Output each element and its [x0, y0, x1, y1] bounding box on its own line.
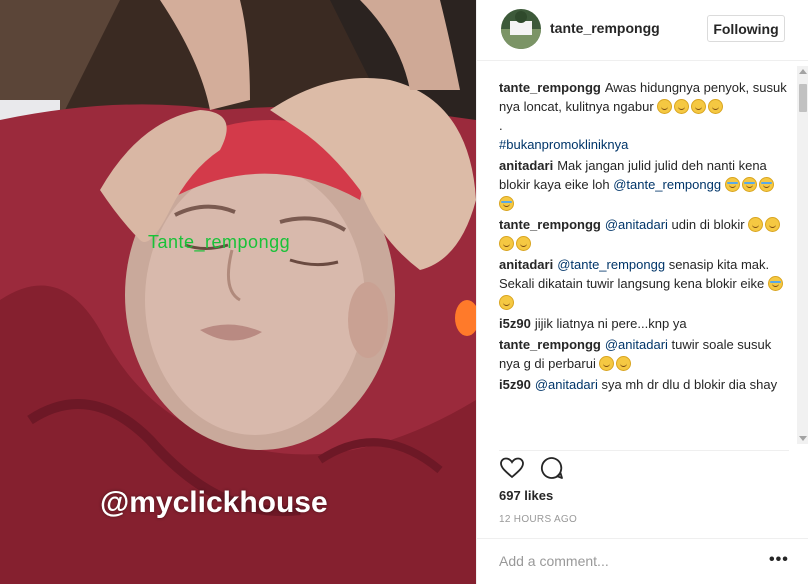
comment-username[interactable]: anitadari — [499, 257, 553, 272]
scroll-up-arrow-icon[interactable] — [799, 69, 807, 74]
header-username[interactable]: tante_rempongg — [550, 20, 660, 36]
smile-emoji-icon — [748, 217, 764, 232]
smile-emoji-icon — [499, 236, 514, 251]
sweat-smile-emoji-icon — [499, 295, 514, 310]
like-button[interactable] — [499, 455, 525, 481]
caption-dot: . — [499, 118, 503, 133]
post-timestamp[interactable]: 12 HOURS AGO — [499, 514, 577, 525]
laugh-cry-emoji-icon — [767, 276, 783, 291]
comment-username[interactable]: i5z90 — [499, 377, 531, 392]
comment-username[interactable]: tante_rempongg — [499, 217, 601, 232]
smile-emoji-icon — [691, 99, 707, 114]
post-header: tante_rempongg Following — [477, 0, 808, 61]
comment-item: anitadari @tante_rempongg senasip kita ma… — [499, 255, 789, 312]
comment-item: tante_rempongg @anitadari udin di blokir — [499, 215, 789, 253]
laugh-cry-emoji-icon — [724, 177, 740, 192]
comment-item: i5z90 jijik liatnya ni pere...knp ya — [499, 314, 789, 333]
smile-emoji-icon — [765, 217, 781, 232]
following-button[interactable]: Following — [707, 15, 785, 42]
watermark-handle: @myclickhouse — [100, 486, 328, 519]
comment-item: tante_rempongg @anitadari tuwir soale sus… — [499, 335, 789, 373]
comment-mention[interactable]: @anitadari — [535, 377, 598, 392]
comment-mention[interactable]: @anitadari — [605, 337, 668, 352]
add-comment-input[interactable] — [499, 551, 739, 571]
like-count[interactable]: 697 likes — [499, 488, 553, 503]
comment-username[interactable]: tante_rempongg — [499, 337, 601, 352]
post-media[interactable]: Tante_rempongg @myclickhouse — [0, 0, 476, 584]
laugh-cry-emoji-icon — [741, 177, 757, 192]
smile-emoji-icon — [516, 236, 531, 251]
comment-text: jijik liatnya ni pere...knp ya — [534, 316, 687, 331]
comment-mention[interactable]: @tante_rempongg — [613, 177, 721, 192]
avatar[interactable] — [501, 9, 541, 49]
scroll-thumb[interactable] — [799, 84, 807, 112]
smile-emoji-icon — [616, 356, 632, 371]
comment-button[interactable] — [539, 455, 565, 481]
comment-mention[interactable]: @tante_rempongg — [557, 257, 665, 272]
smile-emoji-icon — [657, 99, 673, 114]
caption-username[interactable]: tante_rempongg — [499, 80, 601, 95]
avatar-image — [501, 9, 541, 49]
smile-emoji-icon — [599, 356, 615, 371]
hashtag-link[interactable]: #bukanpromokliniknya — [499, 137, 628, 152]
smile-emoji-icon — [708, 99, 724, 114]
laugh-cry-emoji-icon — [499, 196, 514, 211]
comment-item: i5z90 @anitadari sya mh dr dlu d blokir d… — [499, 375, 789, 394]
comment-username[interactable]: i5z90 — [499, 316, 531, 331]
comment-username[interactable]: anitadari — [499, 158, 553, 173]
scroll-down-arrow-icon[interactable] — [799, 436, 807, 441]
comment-list[interactable]: tante_rempongg Awas hidungnya penyok, sus… — [499, 78, 789, 444]
comment-item: anitadari Mak jangan julid julid deh nant… — [499, 156, 789, 213]
comment-text: sya mh dr dlu d blokir dia shay — [601, 377, 778, 392]
smile-emoji-icon — [674, 99, 690, 114]
add-comment-bar: ••• — [477, 538, 808, 585]
more-options-icon[interactable]: ••• — [769, 551, 789, 569]
comment-text: udin di blokir — [671, 217, 745, 232]
comments-scrollbar[interactable] — [797, 66, 808, 444]
comment-mention[interactable]: @anitadari — [605, 217, 668, 232]
laugh-cry-emoji-icon — [758, 177, 774, 192]
post-side-panel: tante_rempongg Following tante_rempongg A… — [476, 0, 808, 584]
comment-bubble-icon — [540, 457, 563, 479]
watermark-username: Tante_rempongg — [148, 232, 291, 252]
heart-icon — [500, 457, 524, 479]
caption: tante_rempongg Awas hidungnya penyok, sus… — [499, 78, 789, 154]
